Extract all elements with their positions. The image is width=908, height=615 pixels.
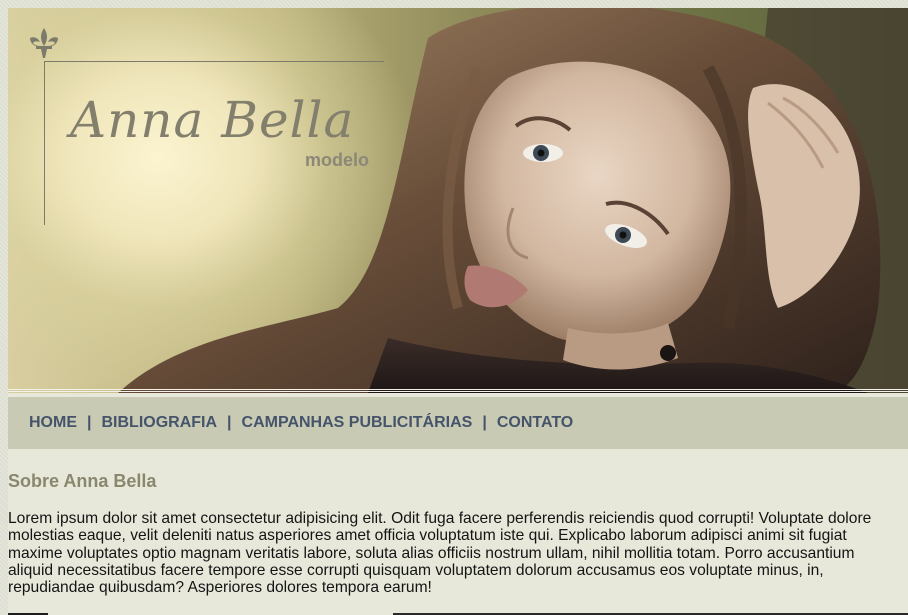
- nav-link-home[interactable]: HOME: [29, 414, 77, 432]
- page: Anna Bella modelo HOME | BIBLIOGRAFIA | …: [8, 8, 908, 615]
- brand-logo: Anna Bella modelo: [24, 24, 384, 225]
- fleur-de-lis-icon: [30, 28, 58, 58]
- brand-subtitle: modelo: [304, 150, 369, 170]
- brand-horizontal-line: [44, 61, 384, 62]
- hero-bottom-rule-2: [8, 391, 908, 392]
- about-paragraph: Lorem ipsum dolor sit amet consectetur a…: [8, 510, 872, 597]
- nav-separator: |: [482, 414, 487, 431]
- hero-bottom-rule: [8, 389, 908, 390]
- nav-link-campanhas[interactable]: CAMPANHAS PUBLICITÁRIAS: [242, 414, 473, 432]
- brand-name: Anna Bella: [70, 91, 355, 149]
- nav-separator: |: [227, 414, 232, 431]
- about-heading: Sobre Anna Bella: [8, 471, 157, 491]
- main-nav: HOME | BIBLIOGRAFIA | CAMPANHAS PUBLICIT…: [8, 397, 908, 449]
- brand-vertical-line: [44, 61, 45, 225]
- nav-link-bibliografia[interactable]: BIBLIOGRAFIA: [101, 414, 217, 432]
- hero-banner: Anna Bella modelo: [8, 8, 908, 393]
- nav-link-contato[interactable]: CONTATO: [497, 414, 573, 432]
- nav-separator: |: [87, 414, 92, 431]
